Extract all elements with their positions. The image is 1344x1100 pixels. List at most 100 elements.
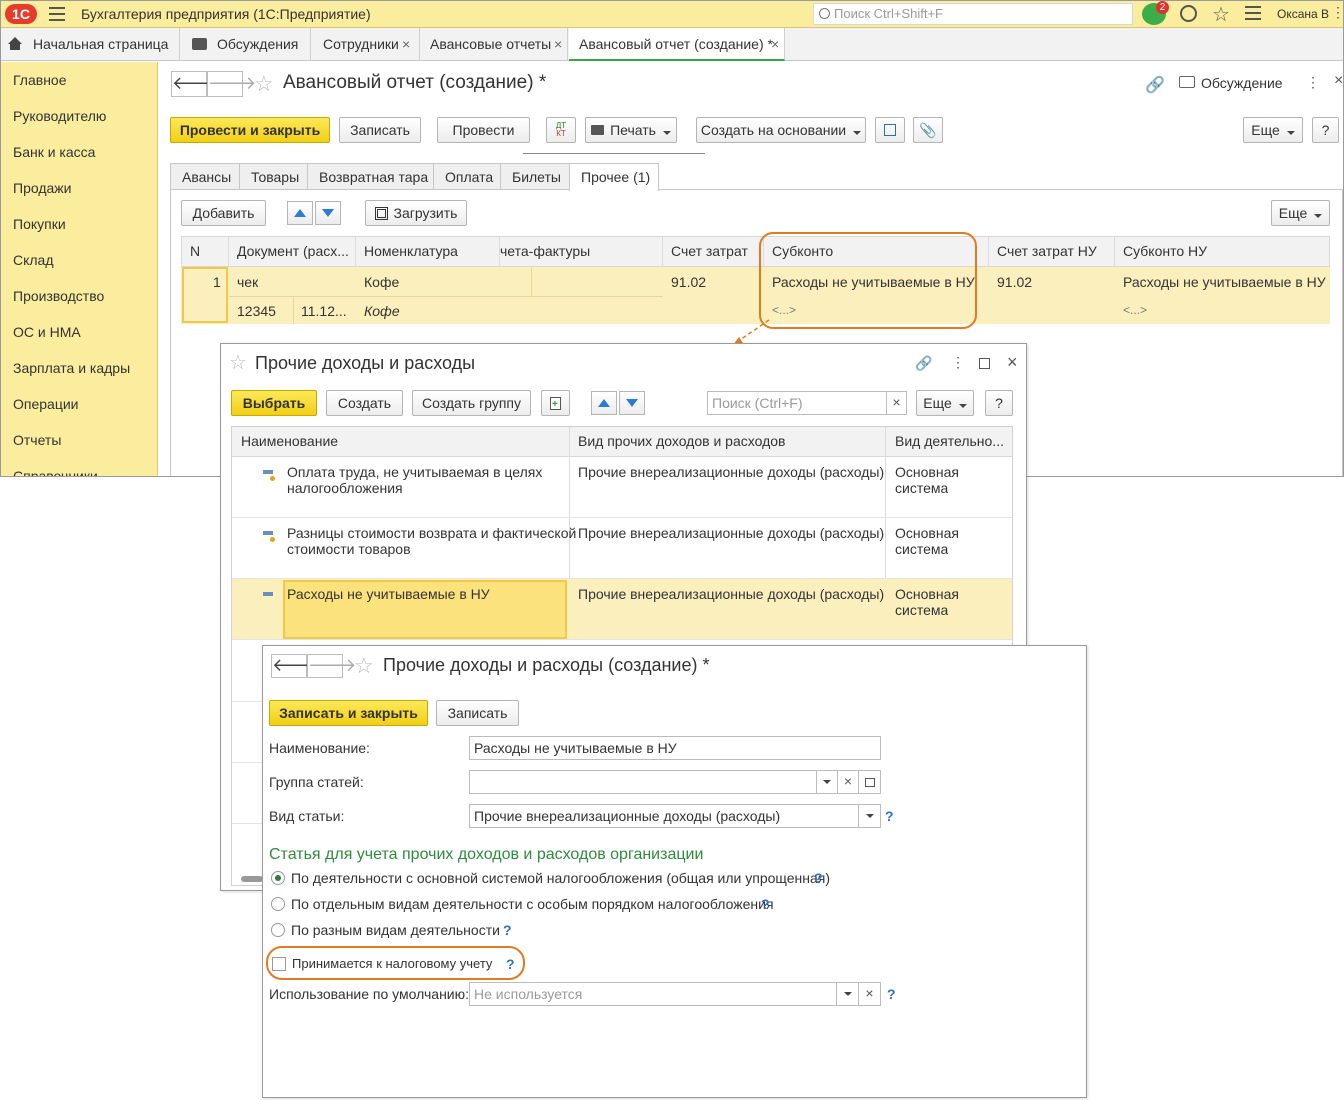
default-help-icon[interactable]: ? [887, 986, 896, 1002]
sidebar-item-production[interactable]: Производство [13, 288, 104, 304]
nav-back-button[interactable]: 🡐 [171, 71, 220, 97]
menu-icon[interactable] [49, 7, 65, 21]
link-icon[interactable]: 🔗 [1145, 75, 1165, 95]
tab-advance-reports[interactable]: Авансовые отчеты × [421, 28, 568, 61]
load-button[interactable]: Загрузить [365, 200, 467, 226]
group-open-button[interactable] [858, 770, 881, 794]
post-and-close-button[interactable]: Провести и закрыть [170, 117, 330, 143]
subtab-returnable[interactable]: Возвратная тара [307, 163, 434, 190]
col-account-nu[interactable]: Счет затрат НУ [997, 243, 1097, 259]
group-field[interactable] [469, 770, 817, 794]
form-forward-button[interactable]: 🡒 [307, 654, 356, 678]
list-col-kind[interactable]: Вид прочих доходов и расходов [578, 433, 785, 449]
subtab-goods[interactable]: Товары [239, 163, 308, 190]
more-button[interactable]: Еще [1243, 117, 1303, 143]
list-move-up-button[interactable] [591, 391, 617, 415]
group-dropdown-button[interactable] [816, 770, 838, 794]
col-document[interactable]: Документ (расх... [237, 243, 349, 259]
attach-icon[interactable]: 📎 [913, 117, 943, 143]
sidebar-item-reports[interactable]: Отчеты [13, 432, 61, 448]
form-save-button[interactable]: Записать [436, 700, 519, 726]
radio-special-taxation[interactable] [271, 897, 285, 911]
radio-various-activities[interactable] [271, 923, 285, 937]
list-col-name[interactable]: Наименование [241, 433, 338, 449]
notifications-bell-icon[interactable]: 2 [1142, 1, 1169, 25]
radio-main-help-icon[interactable]: ? [814, 870, 823, 886]
user-menu-icon[interactable] [1245, 6, 1261, 20]
radio-special-taxation-label[interactable]: По отдельным видам деятельности с особым… [291, 896, 774, 912]
dt-kt-button[interactable]: ДТ КТ [546, 117, 576, 143]
list-col-activity[interactable]: Вид деятельно... [895, 433, 1003, 449]
radio-various-activities-label[interactable]: По разным видам деятельности [291, 922, 500, 938]
structure-icon[interactable] [875, 117, 905, 143]
radio-main-taxation[interactable] [271, 871, 285, 885]
create-based-on-button[interactable]: Создать на основании [696, 117, 866, 143]
print-button[interactable]: Печать [585, 117, 677, 143]
history-icon[interactable] [1180, 5, 1197, 22]
global-search[interactable]: Поиск Ctrl+Shift+F [813, 3, 1133, 25]
close-icon[interactable]: × [402, 36, 410, 52]
create-group-button[interactable]: Создать группу [412, 390, 531, 416]
subtab-other[interactable]: Прочее (1) [569, 163, 659, 191]
window-menu-icon[interactable]: ⋮ [1331, 4, 1343, 21]
col-subconto-nu[interactable]: Субконто НУ [1123, 243, 1207, 259]
radio-special-help-icon[interactable]: ? [761, 896, 770, 912]
list-more-button[interactable]: Еще [916, 390, 974, 416]
subtab-tickets[interactable]: Билеты [500, 163, 570, 190]
row-number-cell[interactable] [182, 267, 228, 323]
more-menu-icon[interactable]: ⋮ [951, 354, 965, 371]
close-icon[interactable]: × [771, 36, 779, 52]
sidebar-item-references[interactable]: Справочники [13, 468, 98, 476]
sidebar-item-purchases[interactable]: Покупки [13, 216, 66, 232]
default-clear-button[interactable]: × [858, 982, 881, 1006]
form-back-button[interactable]: 🡐 [271, 654, 320, 678]
close-icon[interactable]: × [1334, 72, 1343, 90]
tab-employees[interactable]: Сотрудники × [312, 28, 420, 61]
discussion-icon[interactable] [1179, 76, 1195, 88]
sidebar-item-salary[interactable]: Зарплата и кадры [13, 360, 130, 376]
kind-dropdown-button[interactable] [858, 804, 881, 828]
default-usage-field[interactable]: Не используется [469, 982, 837, 1006]
col-nomenclature[interactable]: Номенклатура [364, 243, 458, 259]
tab-advance-report-create[interactable]: Авансовый отчет (создание) * × [569, 28, 785, 61]
create-button[interactable]: Создать [326, 390, 403, 416]
table-more-button[interactable]: Еще [1271, 200, 1330, 226]
col-account[interactable]: Счет затрат [671, 243, 748, 259]
move-up-button[interactable] [287, 201, 313, 225]
subtab-payment[interactable]: Оплата [433, 163, 501, 190]
sidebar-item-bank[interactable]: Банк и касса [13, 144, 95, 160]
form-favorite-icon[interactable]: ☆ [354, 653, 374, 679]
sidebar-item-warehouse[interactable]: Склад [13, 252, 54, 268]
move-down-button[interactable] [315, 201, 341, 225]
default-dropdown-button[interactable] [836, 982, 859, 1006]
more-menu-icon[interactable]: ⋮ [1306, 74, 1320, 91]
close-icon[interactable]: × [1007, 352, 1018, 373]
close-icon[interactable]: × [554, 36, 562, 52]
add-row-button[interactable]: Добавить [181, 200, 266, 226]
nav-forward-button[interactable]: 🡒 [207, 71, 256, 97]
list-help-button[interactable]: ? [985, 390, 1013, 416]
discussion-link[interactable]: Обсуждение [1201, 75, 1283, 91]
select-button[interactable]: Выбрать [231, 390, 317, 416]
sidebar-item-assets[interactable]: ОС и НМА [13, 324, 81, 340]
group-clear-button[interactable]: × [837, 770, 859, 794]
clear-search-button[interactable]: × [886, 391, 907, 415]
post-button[interactable]: Провести [437, 117, 530, 143]
sidebar-item-operations[interactable]: Операции [13, 396, 79, 412]
save-button[interactable]: Записать [339, 117, 421, 143]
col-invoice[interactable]: чета-фактуры [500, 243, 590, 259]
user-name[interactable]: Оксана В [1277, 7, 1329, 21]
list-move-down-button[interactable] [619, 391, 645, 415]
col-n[interactable]: N [190, 243, 200, 259]
tab-discussions[interactable]: Обсуждения [181, 28, 311, 61]
sidebar-item-main[interactable]: Главное [13, 72, 67, 88]
tab-home[interactable]: Начальная страница [1, 28, 180, 61]
subtab-advances[interactable]: Авансы [170, 163, 240, 190]
radio-various-help-icon[interactable]: ? [503, 922, 512, 938]
favorites-star-icon[interactable]: ☆ [1212, 2, 1230, 27]
radio-main-taxation-label[interactable]: По деятельности с основной системой нало… [291, 870, 830, 886]
help-button[interactable]: ? [1312, 117, 1339, 143]
horizontal-scrollbar[interactable] [241, 876, 263, 882]
name-field[interactable]: Расходы не учитываемые в НУ [469, 736, 881, 760]
maximize-icon[interactable] [979, 358, 990, 369]
